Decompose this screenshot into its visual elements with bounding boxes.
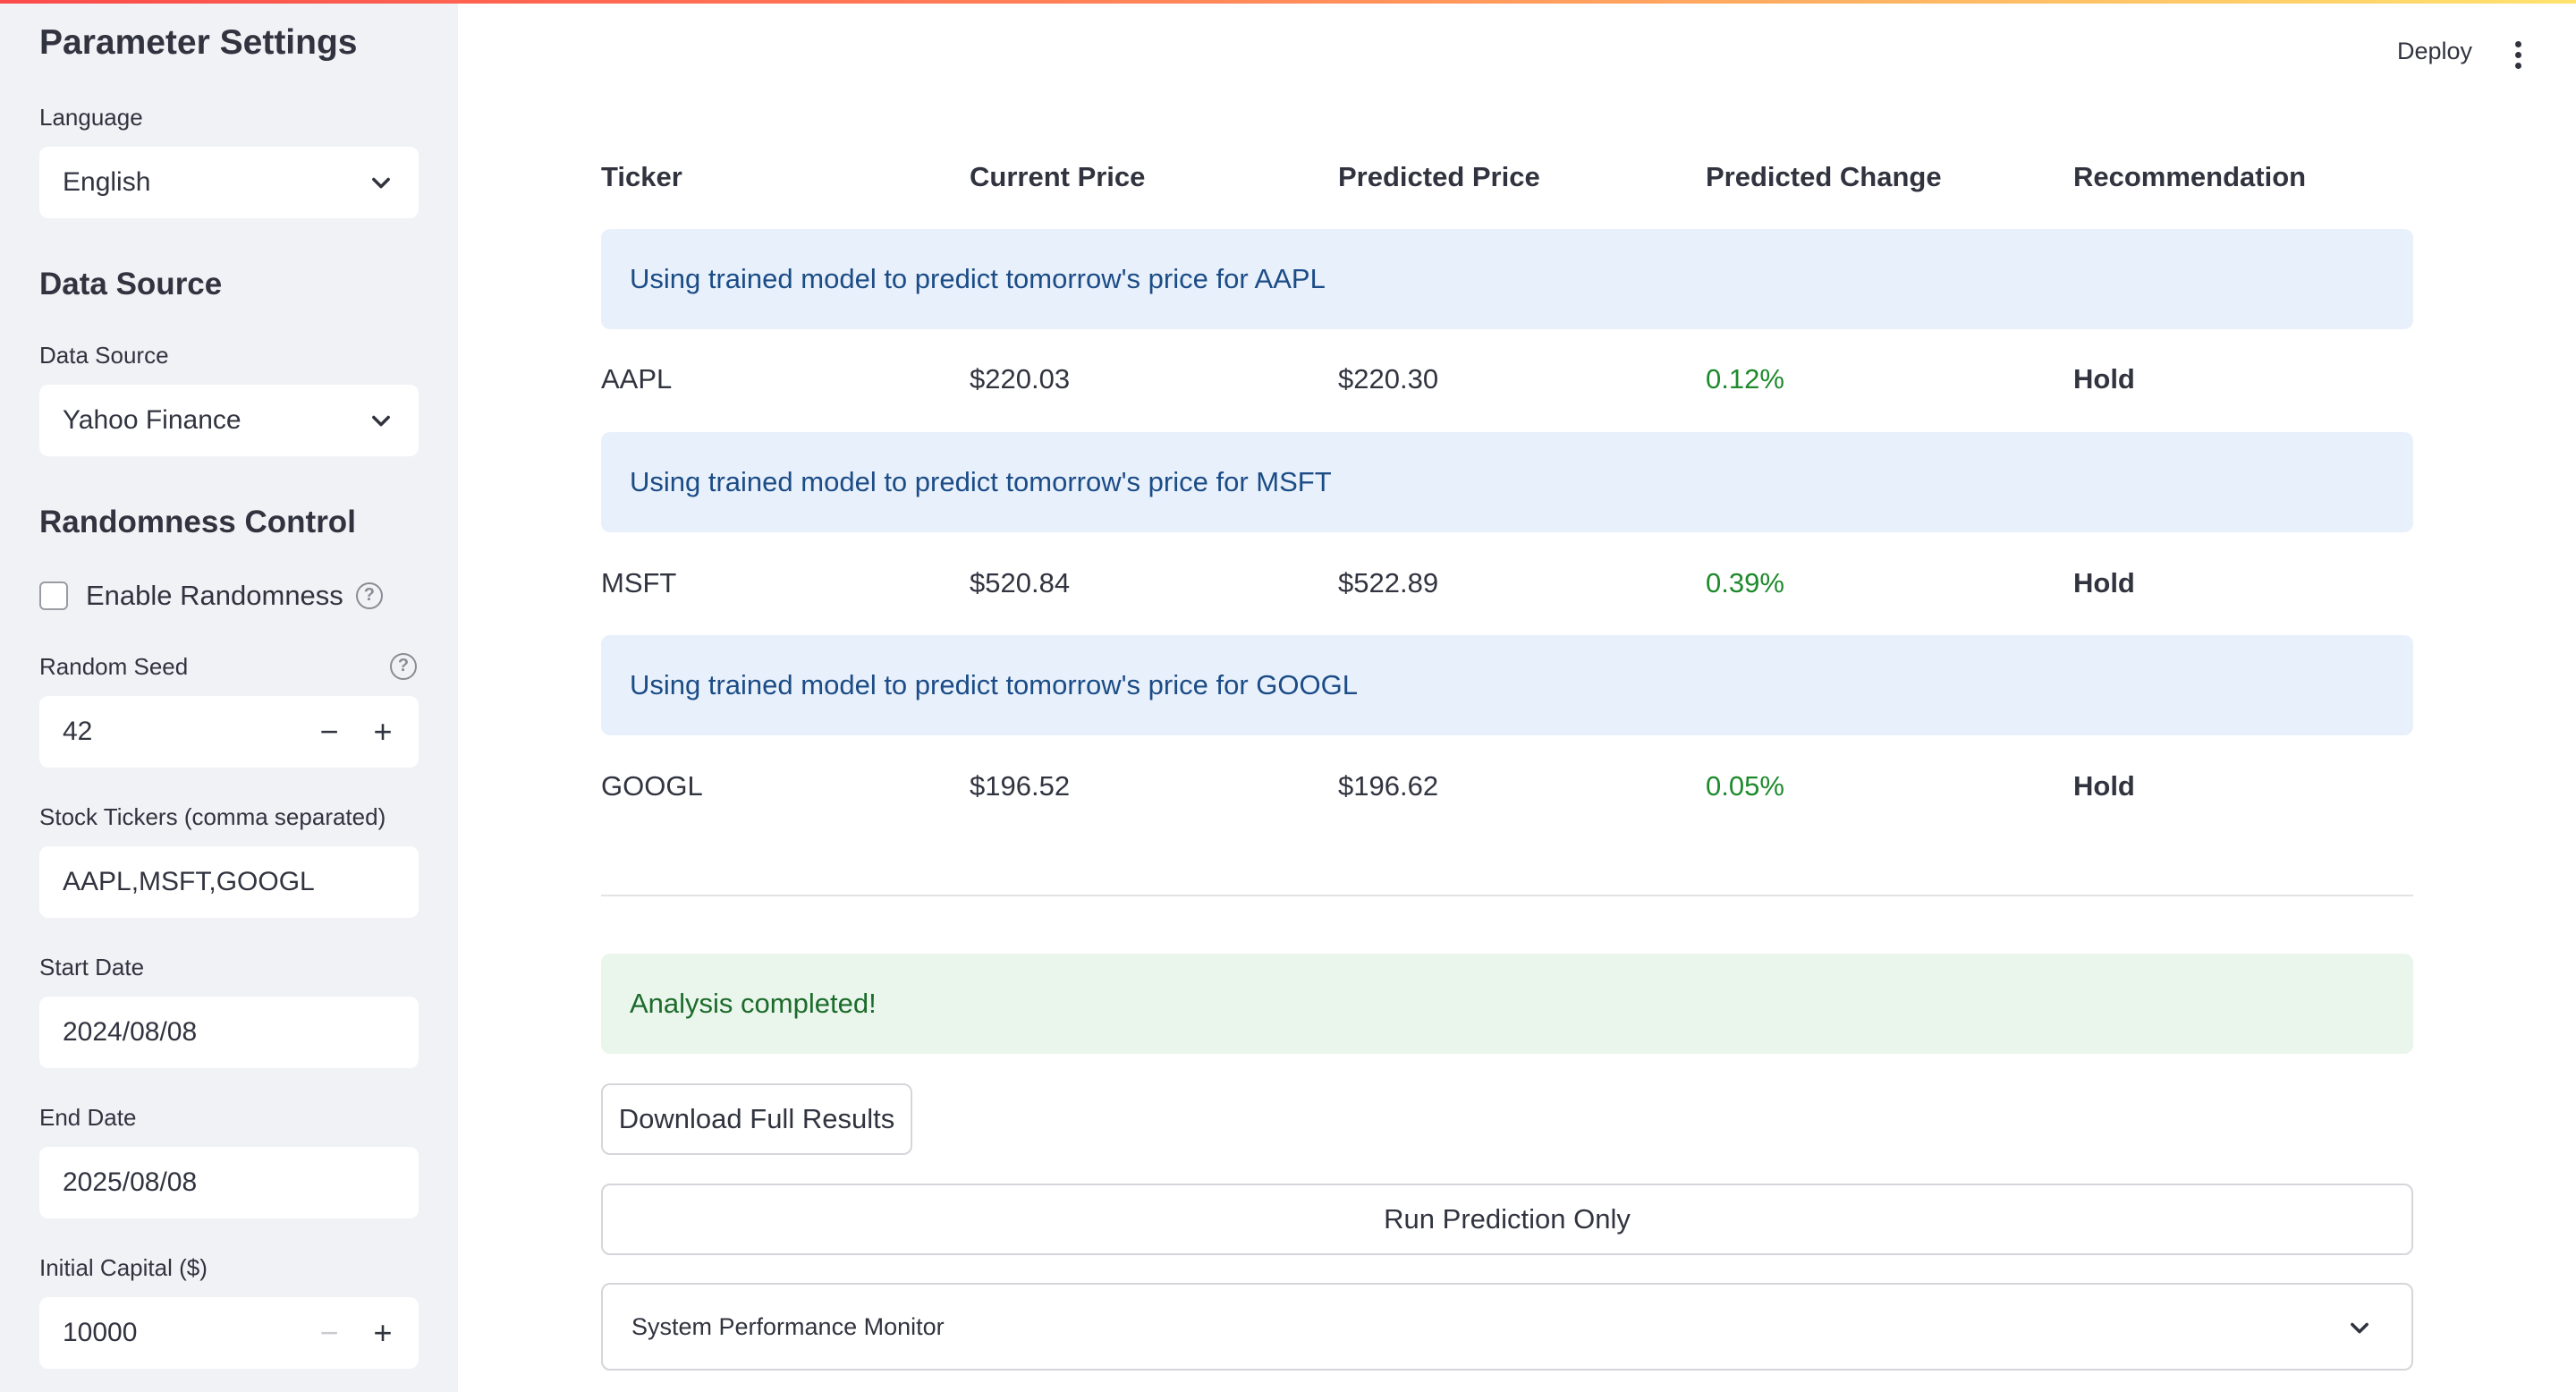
divider — [601, 895, 2413, 896]
cell-current-price: $220.03 — [970, 363, 1071, 395]
decrement-button[interactable]: − — [304, 707, 354, 757]
cell-predicted-price: $220.30 — [1338, 363, 1439, 395]
cell-predicted-price: $196.62 — [1338, 770, 1439, 802]
increment-button[interactable]: + — [358, 1308, 408, 1358]
cell-recommendation: Hold — [2073, 770, 2135, 802]
data-source-value: Yahoo Finance — [63, 405, 242, 435]
start-date-label: Start Date — [39, 954, 145, 980]
sidebar-title: Parameter Settings — [39, 23, 358, 62]
download-results-button[interactable]: Download Full Results — [601, 1083, 912, 1155]
cell-ticker: MSFT — [601, 567, 677, 598]
cell-recommendation: Hold — [2073, 363, 2135, 395]
column-header-recommendation: Recommendation — [2073, 161, 2307, 192]
enable-randomness-label: Enable Randomness — [86, 580, 343, 611]
chevron-down-icon — [372, 177, 390, 189]
language-select[interactable]: English — [39, 147, 419, 218]
chevron-down-icon — [2351, 1322, 2368, 1334]
more-menu-icon[interactable] — [2507, 39, 2529, 70]
increment-button[interactable]: + — [358, 707, 408, 757]
performance-monitor-expander[interactable]: System Performance Monitor — [601, 1283, 2413, 1371]
expander-label: System Performance Monitor — [631, 1312, 945, 1340]
end-date-value: 2025/08/08 — [63, 1167, 198, 1197]
start-date-input[interactable]: 2024/08/08 — [39, 997, 419, 1068]
initial-capital-label: Initial Capital ($) — [39, 1254, 208, 1281]
cell-predicted-change: 0.39% — [1706, 567, 1784, 598]
data-source-heading: Data Source — [39, 267, 223, 301]
cell-predicted-change: 0.05% — [1706, 770, 1784, 802]
cell-ticker: GOOGL — [601, 770, 703, 802]
enable-randomness-row[interactable]: Enable Randomness ? — [39, 580, 383, 612]
enable-randomness-checkbox[interactable] — [39, 581, 68, 610]
initial-capital-input[interactable]: 10000 − + — [39, 1297, 419, 1369]
initial-capital-value: 10000 — [63, 1318, 138, 1347]
cell-predicted-change: 0.12% — [1706, 363, 1784, 395]
end-date-label: End Date — [39, 1104, 137, 1131]
end-date-input[interactable]: 2025/08/08 — [39, 1147, 419, 1218]
cell-ticker: AAPL — [601, 363, 673, 395]
cell-current-price: $196.52 — [970, 770, 1071, 802]
info-message: Using trained model to predict tomorrow'… — [601, 229, 2413, 329]
help-icon[interactable]: ? — [390, 653, 417, 680]
info-message: Using trained model to predict tomorrow'… — [601, 635, 2413, 735]
randomness-heading: Randomness Control — [39, 505, 356, 539]
column-header-predicted-price: Predicted Price — [1338, 161, 1540, 192]
cell-predicted-price: $522.89 — [1338, 567, 1439, 598]
decrement-button[interactable]: − — [304, 1308, 354, 1358]
column-header-predicted-change: Predicted Change — [1706, 161, 1942, 192]
column-header-ticker: Ticker — [601, 161, 682, 192]
random-seed-value: 42 — [63, 717, 93, 746]
tickers-input[interactable]: AAPL,MSFT,GOOGL — [39, 846, 419, 918]
data-source-select[interactable]: Yahoo Finance — [39, 385, 419, 456]
tickers-label: Stock Tickers (comma separated) — [39, 803, 386, 830]
language-label: Language — [39, 104, 143, 131]
language-value: English — [63, 167, 151, 197]
data-source-label: Data Source — [39, 342, 169, 369]
deploy-button[interactable]: Deploy — [2397, 38, 2472, 65]
sidebar: Parameter Settings Language English Data… — [0, 0, 458, 1392]
help-icon[interactable]: ? — [355, 582, 383, 609]
success-message: Analysis completed! — [601, 954, 2413, 1054]
chevron-down-icon — [372, 415, 390, 427]
tickers-value: AAPL,MSFT,GOOGL — [63, 867, 315, 896]
cell-recommendation: Hold — [2073, 567, 2135, 598]
column-header-current-price: Current Price — [970, 161, 1146, 192]
top-decoration-bar — [0, 0, 2576, 4]
info-message: Using trained model to predict tomorrow'… — [601, 432, 2413, 532]
start-date-value: 2024/08/08 — [63, 1017, 198, 1047]
cell-current-price: $520.84 — [970, 567, 1071, 598]
random-seed-input[interactable]: 42 − + — [39, 696, 419, 768]
run-prediction-button[interactable]: Run Prediction Only — [601, 1184, 2413, 1255]
random-seed-label: Random Seed — [39, 653, 189, 680]
